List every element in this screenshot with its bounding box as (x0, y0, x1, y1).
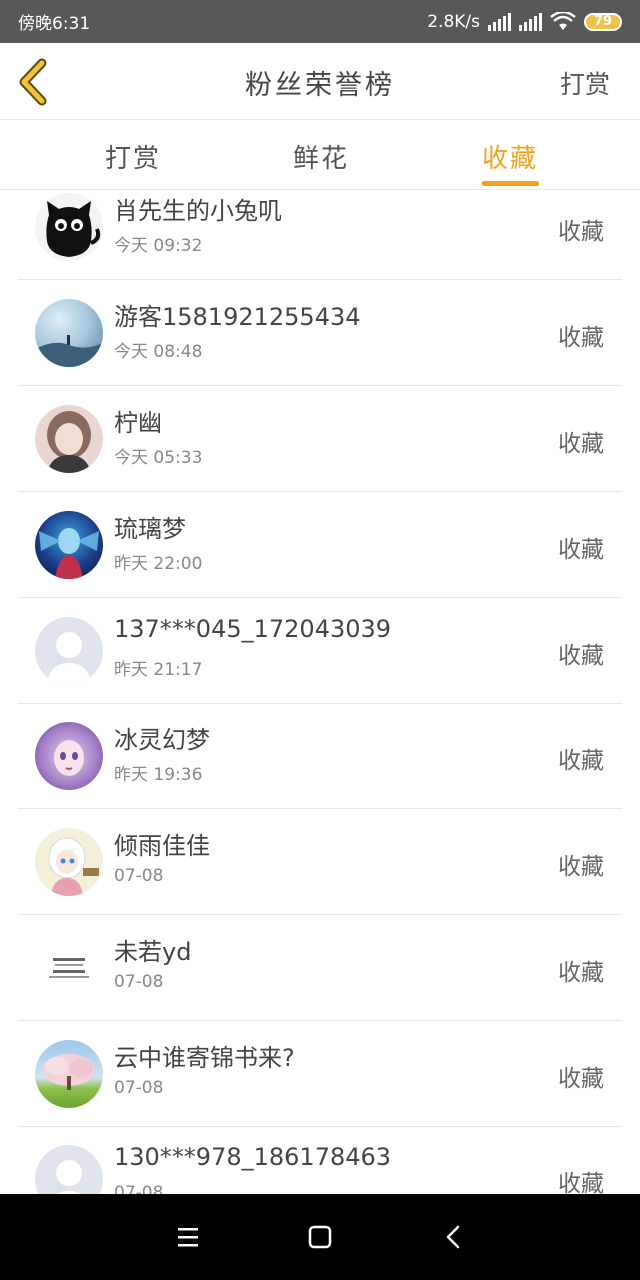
list-item[interactable]: 柠幽 今天 05:33 收藏 (18, 386, 622, 492)
default-person-avatar (35, 617, 103, 685)
tab-flowers[interactable]: 鲜花 (293, 138, 349, 175)
anime-purple-avatar (35, 722, 103, 790)
fan-name: 琉璃梦 (114, 515, 186, 543)
fan-time: 07-08 (114, 1183, 164, 1194)
list-item[interactable]: 游客1581921255434 今天 08:48 收藏 (18, 280, 622, 386)
list-item[interactable]: 未若yd 07-08 收藏 (18, 915, 622, 1021)
favorite-label: 收藏 (558, 325, 604, 351)
list-item[interactable]: 肖先生的小兔叽 今天 09:32 收藏 (18, 191, 622, 280)
status-bar: 傍晚6:31 2.8K/s 79 (0, 0, 640, 43)
page-title: 粉丝荣誉榜 (245, 70, 395, 101)
fan-name: 130***978_186178463 (114, 1143, 392, 1171)
fan-time: 今天 09:32 (114, 236, 203, 256)
battery-icon: 79 (584, 12, 622, 31)
status-time: 傍晚6:31 (18, 14, 91, 34)
tip-button[interactable]: 打赏 (560, 65, 610, 101)
girl-photo-avatar (35, 405, 103, 473)
fan-time: 07-08 (114, 1078, 164, 1098)
fan-name: 肖先生的小兔叽 (114, 197, 282, 225)
chevron-left-icon (446, 1225, 460, 1249)
favorite-label: 收藏 (558, 537, 604, 563)
fan-name: 137***045_172043039 (114, 615, 392, 643)
battery-level: 79 (593, 14, 613, 29)
fan-list[interactable]: 肖先生的小兔叽 今天 09:32 收藏 游客1581921255434 今天 0… (0, 191, 640, 1194)
favorite-label: 收藏 (558, 1066, 604, 1092)
favorite-label: 收藏 (558, 1171, 604, 1194)
app-header: 粉丝荣誉榜 打赏 (0, 43, 640, 120)
list-item[interactable]: 云中谁寄锦书来? 07-08 收藏 (18, 1021, 622, 1127)
favorite-label: 收藏 (558, 854, 604, 880)
network-speed: 2.8K/s (427, 11, 480, 32)
fan-name: 游客1581921255434 (114, 303, 361, 331)
list-item[interactable]: 冰灵幻梦 昨天 19:36 收藏 (18, 703, 622, 809)
status-icons: 2.8K/s 79 (427, 11, 622, 32)
system-back-button[interactable] (436, 1219, 472, 1255)
favorite-label: 收藏 (558, 219, 604, 245)
fan-time: 今天 08:48 (114, 342, 203, 362)
active-tab-indicator (482, 181, 539, 186)
home-button[interactable] (302, 1219, 338, 1255)
blossom-tree-avatar (35, 1040, 103, 1108)
fan-name: 冰灵幻梦 (114, 726, 210, 754)
fan-time: 昨天 21:17 (114, 660, 203, 680)
tab-favorites[interactable]: 收藏 (482, 138, 538, 175)
menu-button[interactable] (170, 1219, 206, 1255)
favorite-label: 收藏 (558, 960, 604, 986)
fan-name: 未若yd (114, 938, 192, 966)
favorite-label: 收藏 (558, 643, 604, 669)
anime-white-hair-avatar (35, 828, 103, 896)
fan-time: 昨天 22:00 (114, 554, 203, 574)
list-item[interactable]: 琉璃梦 昨天 22:00 收藏 (18, 492, 622, 598)
fan-time: 07-08 (114, 972, 164, 992)
tab-tip[interactable]: 打赏 (105, 138, 161, 175)
list-item[interactable]: 137***045_172043039 昨天 21:17 收藏 (18, 598, 622, 704)
list-item[interactable]: 倾雨佳佳 07-08 收藏 (18, 809, 622, 915)
list-item[interactable]: 130***978_186178463 07-08 收藏 (18, 1126, 622, 1194)
system-nav-bar (0, 1194, 640, 1280)
snow-landscape-avatar (35, 299, 103, 367)
fan-time: 今天 05:33 (114, 448, 203, 468)
fan-name: 云中谁寄锦书来? (114, 1044, 295, 1072)
menu-icon (178, 1228, 198, 1247)
signal-icon (488, 12, 511, 31)
favorite-label: 收藏 (558, 431, 604, 457)
fan-name: 柠幽 (114, 409, 162, 437)
default-person-avatar (35, 1145, 103, 1194)
wifi-icon (550, 11, 576, 30)
fan-name: 倾雨佳佳 (114, 832, 210, 860)
anime-blue-avatar (35, 511, 103, 579)
home-icon (308, 1225, 332, 1249)
fan-time: 07-08 (114, 866, 164, 886)
hd-signal-icon (519, 12, 542, 31)
tab-bar: 打赏 鲜花 收藏 (0, 120, 640, 190)
black-cat-avatar (35, 193, 103, 261)
fan-time: 昨天 19:36 (114, 765, 203, 785)
favorite-label: 收藏 (558, 748, 604, 774)
text-image-avatar (35, 934, 103, 1002)
